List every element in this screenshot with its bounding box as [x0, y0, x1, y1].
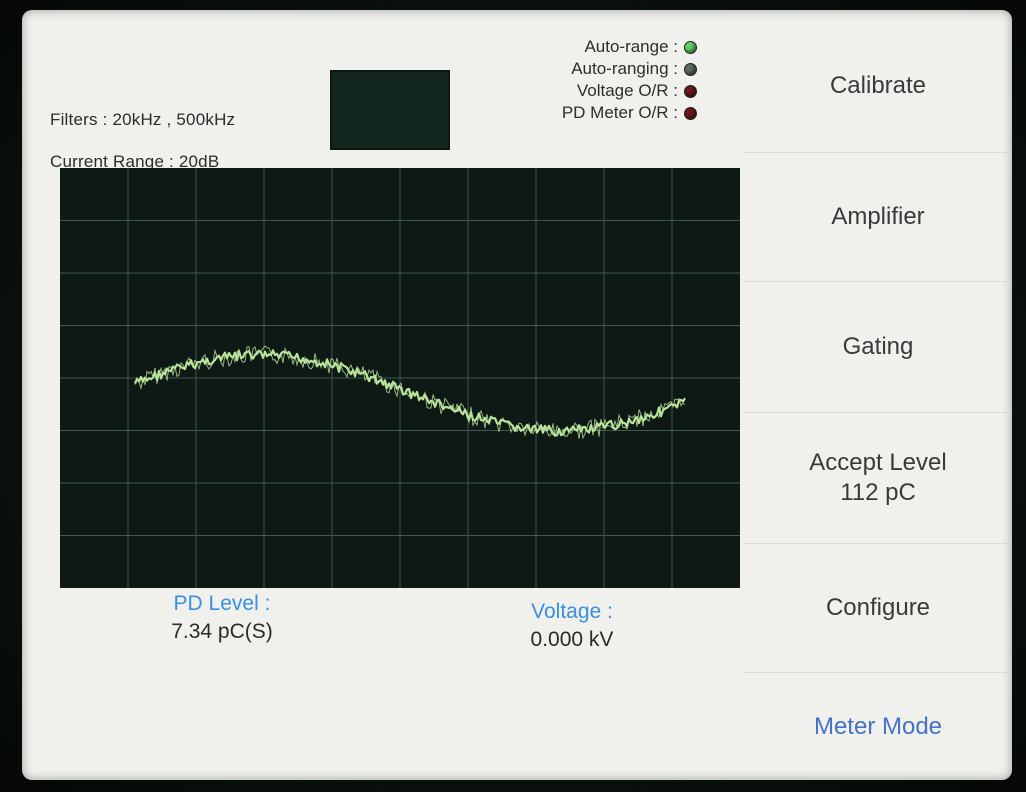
filters-text: Filters : 20kHz , 500kHz [50, 110, 236, 129]
pd-level-value: 7.34 pC(S) [171, 620, 273, 643]
indicator-label: Auto-ranging : [571, 59, 678, 78]
waveform-svg [60, 168, 740, 588]
indicator-label: Voltage O/R : [576, 81, 678, 100]
led-icon [684, 62, 697, 76]
amplifier-label: Amplifier [831, 203, 925, 230]
gating-button[interactable]: Gating [744, 282, 1012, 413]
preview-display [330, 70, 450, 150]
waveform-plot [60, 168, 740, 588]
sine-trace [133, 349, 686, 437]
led-icon [684, 40, 697, 54]
configure-button[interactable]: Configure [744, 544, 1012, 673]
accept-level-button[interactable]: Accept Level 112 pC [744, 413, 1012, 544]
led-icon [684, 106, 697, 120]
indicator-auto-range: Auto-range : [477, 36, 697, 58]
voltage-value: 0.000 kV [530, 628, 614, 651]
amplifier-button[interactable]: Amplifier [744, 153, 1012, 282]
calibrate-button[interactable]: Calibrate [744, 20, 1012, 153]
accept-level-label: Accept Level [809, 449, 947, 476]
indicator-voltage-or: Voltage O/R : [477, 80, 697, 102]
indicator-auto-ranging: Auto-ranging : [477, 58, 697, 80]
led-icon [684, 84, 697, 98]
gating-label: Gating [842, 333, 914, 360]
calibrate-label: Calibrate [829, 72, 927, 99]
indicator-label: PD Meter O/R : [561, 103, 678, 122]
voltage-readout: Voltage : 0.000 kV [462, 600, 682, 652]
indicator-pd-meter-or: PD Meter O/R : [477, 102, 697, 124]
accept-level-value: 112 pC [840, 479, 916, 506]
voltage-label: Voltage : [531, 600, 613, 623]
meter-mode-button[interactable]: Meter Mode [744, 673, 1012, 780]
pd-level-readout: PD Level : 7.34 pC(S) [112, 592, 332, 644]
meter-mode-label: Meter Mode [813, 712, 943, 740]
softkey-menu: Calibrate Amplifier Gating Accept Level … [744, 20, 1012, 780]
status-indicators: Auto-range : Auto-ranging : Voltage O/R … [477, 36, 697, 124]
configure-label: Configure [825, 594, 931, 621]
indicator-label: Auto-range : [584, 37, 678, 56]
pd-level-label: PD Level : [173, 592, 271, 615]
instrument-screen: Filters : 20kHz , 500kHz Current Range :… [22, 10, 1012, 780]
